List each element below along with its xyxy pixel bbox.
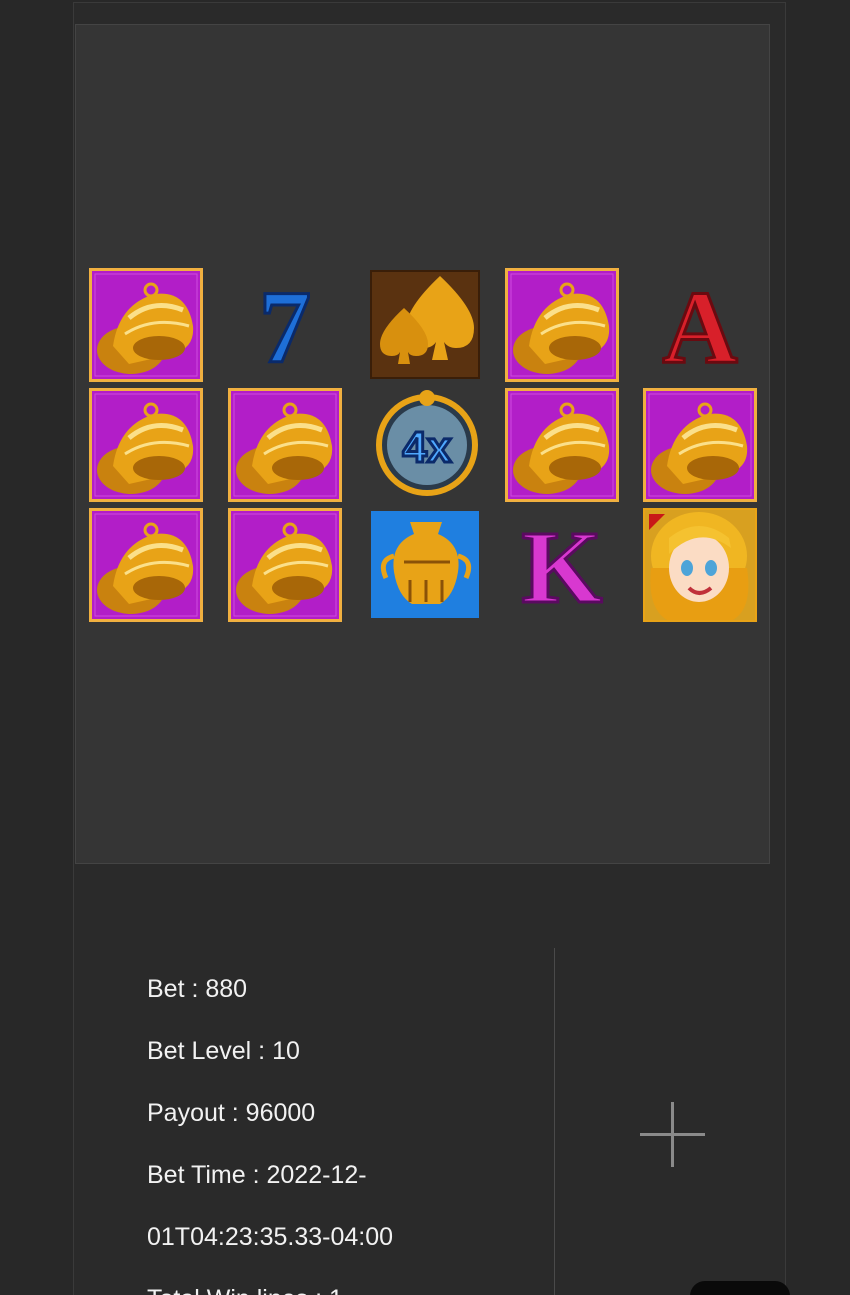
seven-icon: 7 [228,268,342,383]
svg-text:7: 7 [259,270,311,382]
multiplier-icon: 4x [370,388,484,502]
svg-text:4x: 4x [403,423,452,472]
bet-time-continued: 01T04:23:35.33-04:00 [147,1223,394,1251]
svg-text:A: A [662,270,737,382]
expand-plus-button[interactable] [640,1102,705,1167]
vase-icon [370,508,484,622]
ace-icon: A [643,268,757,383]
bell-icon [89,388,203,502]
bet-level: Bet Level : 10 [147,1037,300,1065]
total-win-lines: Total Win lines : 1 [147,1268,393,1295]
bell-icon [89,268,203,382]
king-icon: K [505,508,619,623]
girl-portrait-icon [643,508,757,622]
bell-icon [228,388,342,502]
bell-icon [89,508,203,622]
page: 7 A 4x K Bet: 880 Bet Level: 10 Payout… [0,0,850,1295]
bell-icon [505,388,619,502]
reels-grid: 7 A 4x K [89,268,759,624]
bell-icon [505,268,619,382]
bet-details: Bet : 880 Bet Level : 10 Payout : 96000 … [147,958,393,1295]
floating-pill[interactable] [690,1281,790,1295]
bell-icon [228,508,342,622]
bet-time: Bet Time : 2022-12- [147,1161,367,1189]
svg-text:K: K [522,510,603,622]
divider [554,948,555,1295]
payout: Payout : 96000 [147,1099,316,1127]
spade-icon [370,268,484,382]
bet-amount: Bet : 880 [147,975,248,1003]
bell-icon [643,388,757,502]
